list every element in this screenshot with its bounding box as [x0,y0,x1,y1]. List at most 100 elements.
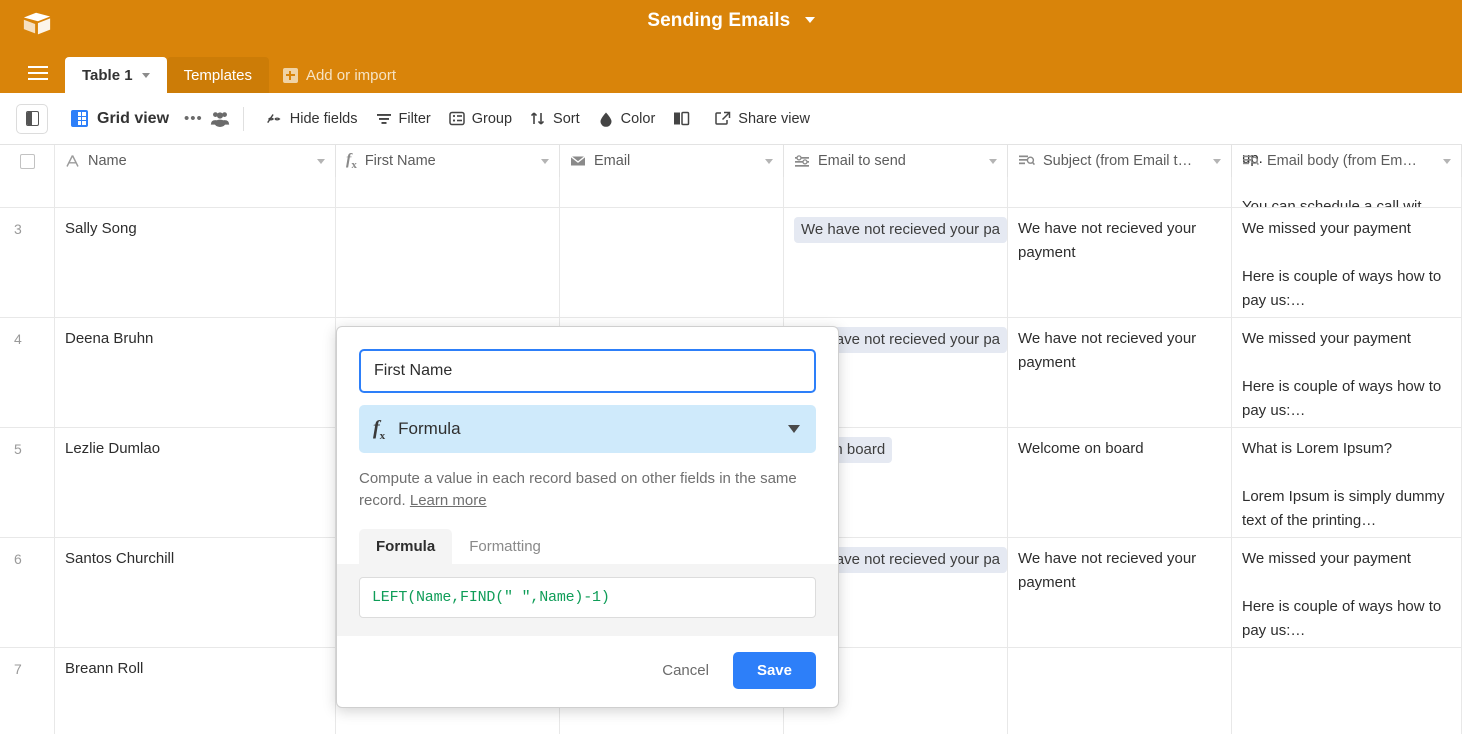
cell-subject[interactable]: We have not recieved your payment [1008,538,1232,647]
lookup-field-icon [1243,155,1259,166]
grid-view-button[interactable]: Grid view [62,104,178,134]
chevron-down-icon[interactable] [1213,158,1221,164]
base-title-text: Sending Emails [647,10,791,31]
column-header-email-label: Email [594,153,631,169]
grid-header-row: Name fx First Name Email Email to send S… [0,145,1462,178]
table-row[interactable]: 3 Sally Song We have not recieved your p… [0,208,1462,318]
cell-subject[interactable]: We have not recieved your payment [1008,208,1232,317]
toolbar-divider [242,106,244,131]
column-header-name[interactable]: Name [55,145,336,177]
chevron-down-icon[interactable] [765,158,773,164]
ellipsis-icon[interactable]: ••• [178,110,209,127]
tab-templates[interactable]: Templates [166,57,269,93]
field-type-select[interactable]: fx Formula [359,405,816,453]
chevron-down-icon[interactable] [541,158,549,164]
view-toolbar: Grid view ••• Hide fields Filter Group S… [0,93,1462,145]
chevron-down-icon [141,72,150,78]
filter-icon [376,113,391,124]
cell-email-body[interactable] [1232,648,1462,734]
chevron-down-icon [804,16,815,23]
row-number: 3 [0,208,55,317]
cell-email-body[interactable]: We missed your payment Here is couple of… [1232,208,1462,317]
row-number: 4 [0,318,55,427]
save-button[interactable]: Save [732,652,816,689]
tab-formatting[interactable]: Formatting [452,529,558,564]
cell-name[interactable]: Santos Churchill [55,538,336,647]
cell-email-body-line2: Lorem Ipsum is simply dummy text of the … [1242,488,1445,529]
cell-email-body-line2: Here is couple of ways how to pay us:… [1242,268,1442,309]
cell-subject[interactable]: We have not recieved your payment [1008,318,1232,427]
add-or-import-label: Add or import [305,66,396,84]
row-number: 7 [0,648,55,734]
base-title[interactable]: Sending Emails [0,10,1462,32]
lookup-field-icon [1019,155,1035,166]
cell-name[interactable]: Deena Bruhn [55,318,336,427]
cell-email-body[interactable]: What is Lorem Ipsum? Lorem Ipsum is simp… [1232,428,1462,537]
cell-name[interactable]: Lezlie Dumlao [55,428,336,537]
grid-container: Name fx First Name Email Email to send S… [0,145,1462,734]
chevron-down-icon[interactable] [1443,158,1451,164]
share-view-button[interactable]: Share view [706,104,819,134]
grid-view-icon [71,110,88,127]
field-type-label: Formula [398,419,461,438]
link-field-icon [795,154,809,167]
group-button[interactable]: Group [440,104,521,134]
hide-fields-icon [266,113,281,123]
table-tab-1[interactable]: Table 1 [65,57,167,93]
learn-more-link[interactable]: Learn more [410,492,487,509]
column-header-email-to-send[interactable]: Email to send [784,145,1008,177]
sort-icon [530,112,545,125]
cell-email[interactable] [560,208,784,317]
chevron-down-icon[interactable] [989,158,997,164]
group-label: Group [471,110,513,127]
row-number [0,145,55,207]
cell-email-body[interactable]: We missed your payment Here is couple of… [1232,318,1462,427]
sidebar-panel-icon[interactable] [16,103,48,134]
column-header-email-body-label: Email body (from Em… [1267,153,1417,169]
cell-email-body-line2: Here is couple of ways how to pay us:… [1242,378,1442,419]
column-header-email-body[interactable]: Email body (from Em… [1232,145,1462,177]
cell-subject[interactable] [1008,648,1232,734]
field-editor-tabs: Formula Formatting [359,529,816,564]
formula-field-icon: fx [373,416,386,442]
share-view-label: Share view [738,110,811,127]
column-header-subject[interactable]: Subject (from Email t… [1008,145,1232,177]
share-icon [715,111,731,125]
hide-fields-label: Hide fields [289,110,358,127]
cell-email-body-line1: We missed your payment [1242,220,1411,237]
cancel-button[interactable]: Cancel [648,653,723,688]
cell-subject[interactable]: Welcome on board [1008,428,1232,537]
cell-email-body-line1: What is Lorem Ipsum? [1242,440,1393,457]
people-icon[interactable] [209,110,231,127]
cell-first-name[interactable] [336,208,560,317]
column-header-name-label: Name [88,153,127,169]
add-or-import-button[interactable]: Add or import [269,57,410,93]
tab-formula[interactable]: Formula [359,529,453,564]
cell-name[interactable]: Breann Roll [55,648,336,734]
cell-email-body[interactable]: We missed your payment Here is couple of… [1232,538,1462,647]
formula-field-icon: fx [346,150,357,172]
field-editor-dialog: fx Formula Compute a value in each recor… [336,326,839,708]
table-tab-bar: Table 1 Templates Add or import [0,52,410,93]
hide-fields-button[interactable]: Hide fields [256,104,367,134]
chevron-down-icon[interactable] [317,158,325,164]
color-label: Color [620,110,656,127]
field-name-input[interactable] [359,349,816,393]
column-header-email[interactable]: Email [560,145,784,177]
sort-button[interactable]: Sort [521,104,589,134]
row-height-icon [674,111,690,126]
cell-name[interactable]: Sally Song [55,208,336,317]
linked-record-chip[interactable]: We have not recieved your pa [794,217,1007,243]
row-height-button[interactable] [664,104,706,134]
row-number: 5 [0,428,55,537]
formula-input[interactable]: LEFT(Name,FIND(" ",Name)-1) [359,577,816,618]
hamburger-menu-icon[interactable] [20,52,56,93]
column-header-first-name[interactable]: fx First Name [336,145,560,177]
column-header-email-to-send-label: Email to send [818,153,906,169]
app-header: Sending Emails Table 1 Templates Add or … [0,0,1462,93]
filter-button[interactable]: Filter [367,104,440,134]
cell-email-to-send[interactable]: We have not recieved your pa [784,208,1008,317]
tab-templates-label: Templates [183,66,252,84]
color-button[interactable]: Color [589,104,665,134]
table-tab-1-label: Table 1 [82,66,133,84]
